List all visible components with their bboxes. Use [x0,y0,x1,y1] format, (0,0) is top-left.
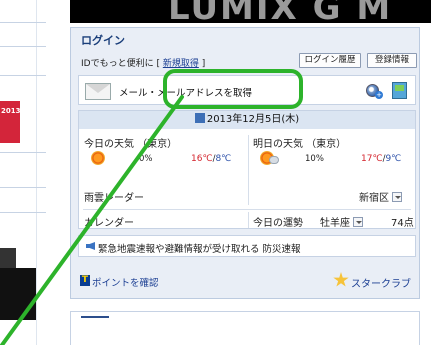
annotation-arrow [0,95,184,345]
